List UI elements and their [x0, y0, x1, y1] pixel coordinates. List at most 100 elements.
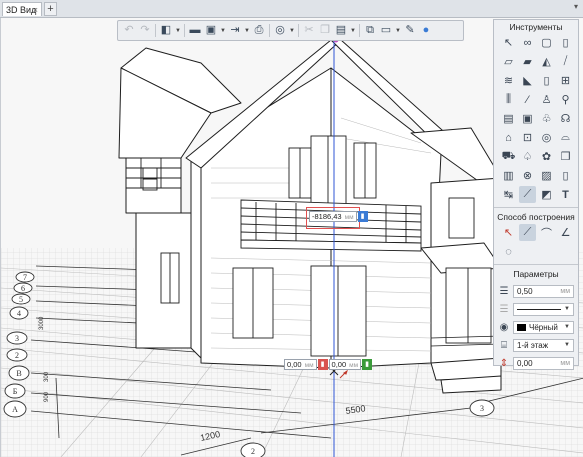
tree-tool-icon[interactable]: ♤	[519, 148, 536, 165]
stair-tool-icon[interactable]: ≋	[500, 72, 517, 89]
car-tool-icon[interactable]: ⛟	[500, 148, 517, 165]
params-title: Параметры	[513, 269, 559, 279]
floor-select[interactable]: 1-й этаж ▼	[513, 338, 574, 352]
measure-tool-icon[interactable]: ⟋	[519, 186, 536, 203]
copy-icon[interactable]: ❐	[318, 24, 332, 38]
lock-icon[interactable]: ▮	[357, 211, 368, 222]
svg-text:5: 5	[19, 295, 23, 304]
beam-tool-icon[interactable]: ⧸	[557, 53, 574, 70]
lock-icon[interactable]: ▮	[362, 359, 373, 370]
decor-tool-icon[interactable]: ✿	[538, 148, 555, 165]
room-tool-icon[interactable]: ▥	[500, 167, 517, 184]
railing-tool-icon[interactable]: ⫼	[500, 91, 517, 108]
camera-icon[interactable]: ▬	[188, 24, 202, 38]
object-tool-icon[interactable]: ❒	[557, 148, 574, 165]
sofa-tool-icon[interactable]: ⌂	[500, 129, 517, 146]
dimension-tool-icon[interactable]: ↹	[500, 186, 517, 203]
slab-tool-icon[interactable]: ▱	[500, 53, 517, 70]
height-field[interactable]: 0,00 мм	[513, 356, 574, 370]
column-tool-icon[interactable]: ▯	[557, 34, 574, 51]
line-mode-icon[interactable]: ⟋	[519, 224, 536, 241]
help-icon[interactable]: ●	[419, 24, 433, 38]
y-coordinate-field[interactable]: 0,00 мм	[328, 359, 362, 370]
wrench-icon[interactable]: ✎	[403, 24, 417, 38]
svg-text:3: 3	[480, 404, 484, 413]
close-icon[interactable]: ×	[33, 3, 38, 17]
chevron-down-icon[interactable]: ▾	[574, 2, 578, 11]
tab-bar: 3D Вид × + ▾	[0, 0, 583, 18]
layers-icon[interactable]: ◧	[159, 24, 173, 38]
export-icon[interactable]: ⇥	[228, 24, 242, 38]
color-select[interactable]: Чёрный ▼	[513, 320, 574, 334]
plant-tool-icon[interactable]: ♧	[538, 110, 555, 127]
chevron-down-icon[interactable]: ▼	[350, 24, 356, 38]
line-tool-icon[interactable]: ⁄	[519, 91, 536, 108]
svg-text:2: 2	[251, 447, 255, 456]
point-mode-icon[interactable]: ↖	[500, 224, 517, 241]
floor-row: ⌸ 1-й этаж ▼	[498, 337, 574, 353]
view-icon[interactable]: ▭	[379, 24, 393, 38]
chevron-down-icon[interactable]: ▼	[289, 24, 295, 38]
figure-tool-icon[interactable]: ♙	[538, 91, 555, 108]
window-icon[interactable]: ⧉	[363, 24, 377, 38]
svg-text:B: B	[16, 369, 21, 378]
thickness-row: ☰ 0,50 мм	[498, 283, 574, 299]
main-toolbar: ↶ ↷ ◧ ▼ ▬ ▣ ▼ ⇥ ▼ ⎙ ◎ ▼ ✂ ❐ ▤ ▼ ⧉ ▭ ▼ ✎ …	[117, 20, 464, 41]
circle-mode-icon[interactable]: ◌	[500, 243, 517, 260]
tab-3d-view[interactable]: 3D Вид ×	[2, 2, 42, 16]
angle-mode-icon[interactable]: ∠	[557, 224, 574, 241]
area-tool-icon[interactable]: ⊗	[519, 167, 536, 184]
select-tool-icon[interactable]: ↖	[500, 34, 517, 51]
add-tab-button[interactable]: +	[44, 2, 57, 16]
tap-tool-icon[interactable]: ⚲	[557, 91, 574, 108]
camera-tool-icon[interactable]: ◩	[538, 186, 555, 203]
paste-icon[interactable]: ▤	[334, 24, 348, 38]
door-tool-icon[interactable]: ▯	[538, 72, 555, 89]
dimension-popup-top[interactable]: -8186,43 мм ▮	[309, 211, 368, 222]
svg-text:4: 4	[17, 309, 21, 318]
lamp-tool-icon[interactable]: ☊	[557, 110, 574, 127]
floor-tool-icon[interactable]: ▰	[519, 53, 536, 70]
appliance-tool-icon[interactable]: ▣	[519, 110, 536, 127]
floor-icon: ⌸	[501, 339, 507, 351]
lock-icon[interactable]: ▮	[317, 359, 328, 370]
chair-tool-icon[interactable]: ◎	[538, 129, 555, 146]
height-icon: ⇕	[499, 357, 509, 369]
undo-icon[interactable]: ↶	[122, 24, 136, 38]
thickness-field[interactable]: 0,50 мм	[513, 284, 574, 298]
x-coordinate-field[interactable]: 0,00 мм	[284, 359, 317, 370]
link-tool-icon[interactable]: ∞	[519, 34, 536, 51]
app-root: 3D Вид × + ▾ 7 6 5 4 3 2 B Б A 2 3 1200 …	[0, 0, 583, 457]
roof-tool-icon[interactable]: ◭	[538, 53, 555, 70]
arc-mode-icon[interactable]: ⌒	[538, 224, 555, 241]
separator	[184, 24, 185, 37]
print-icon[interactable]: ⎙	[252, 24, 266, 38]
separator	[298, 24, 299, 37]
marker-tool-icon[interactable]: ▯	[557, 167, 574, 184]
chevron-down-icon[interactable]: ▼	[220, 24, 226, 38]
separator	[269, 24, 270, 37]
text-tool-icon[interactable]: T	[557, 186, 574, 203]
cut-icon[interactable]: ✂	[302, 24, 316, 38]
svg-text:900: 900	[44, 391, 50, 402]
table-tool-icon[interactable]: ⊡	[519, 129, 536, 146]
params-section: Параметры ☰ 0,50 мм ☰ ▼ ◉ Чёрный ▼ ⌸ 1-й э…	[494, 264, 578, 371]
palette-icon: ◉	[499, 321, 509, 333]
svg-text:A: A	[12, 405, 18, 414]
line-type-select[interactable]: ▼	[513, 302, 574, 316]
dimension-field[interactable]: -8186,43 мм	[309, 211, 357, 222]
chevron-down-icon[interactable]: ▼	[244, 24, 250, 38]
cabinet-tool-icon[interactable]: ▤	[500, 110, 517, 127]
chevron-down-icon[interactable]: ▼	[175, 24, 181, 38]
color-row: ◉ Чёрный ▼	[498, 319, 574, 335]
redo-icon[interactable]: ↷	[138, 24, 152, 38]
ramp-tool-icon[interactable]: ◣	[519, 72, 536, 89]
window-tool-icon[interactable]: ⊞	[557, 72, 574, 89]
render-icon[interactable]: ◎	[273, 24, 287, 38]
chevron-down-icon[interactable]: ▼	[395, 24, 401, 38]
bath-tool-icon[interactable]: ⌓	[557, 129, 574, 146]
label-tool-icon[interactable]: ▨	[538, 167, 555, 184]
wall-tool-icon[interactable]: ▢	[538, 34, 555, 51]
dimension-popup-bottom[interactable]: 0,00 мм ▮ 0,00 мм ▮	[284, 359, 373, 370]
save-icon[interactable]: ▣	[204, 24, 218, 38]
